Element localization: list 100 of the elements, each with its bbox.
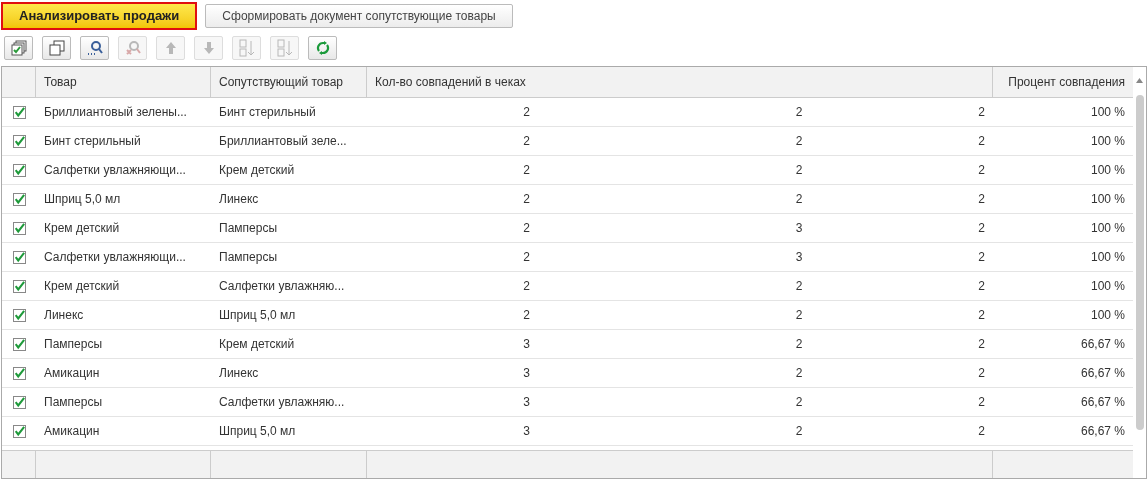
table-cell-text: Крем детский <box>218 336 296 353</box>
table-cell-text: 100 % <box>1089 133 1126 150</box>
checkbox[interactable] <box>12 308 26 322</box>
table-cell-text: Крем детский <box>43 220 121 237</box>
table-cell-text: Амикацин <box>43 365 101 382</box>
table-cell-text: 3 <box>795 249 803 266</box>
table-cell-text: 3 <box>523 336 530 353</box>
table-cell-text: 2 <box>978 365 985 382</box>
table-cell-text: Салфетки увлажняющи... <box>43 162 187 179</box>
table-cell-text: 2 <box>523 249 530 266</box>
search-cancel-icon <box>124 40 141 56</box>
table-cell-text: Бриллиантовый зелены... <box>43 104 188 121</box>
table-cell-text: 2 <box>978 220 985 237</box>
table-cell-text: 2 <box>795 307 803 324</box>
column-header[interactable]: Процент совпадения <box>993 67 1133 97</box>
table-cell-text: Шприц 5,0 мл <box>218 423 297 440</box>
table-cell-text: 2 <box>523 133 530 150</box>
table-cell-text: Салфетки увлажняю... <box>218 278 346 295</box>
table-cell-text: 2 <box>978 133 985 150</box>
table-cell-text: Салфетки увлажняю... <box>218 394 346 411</box>
arrow-up-icon <box>164 41 177 55</box>
checkbox[interactable] <box>12 395 26 409</box>
table-cell-text: Крем детский <box>218 162 296 179</box>
create-document-button[interactable]: Сформировать документ сопутствующие товары <box>205 3 513 28</box>
checkbox[interactable] <box>12 366 26 380</box>
table-cell-text: 2 <box>795 133 803 150</box>
table-cell-text: Памперсы <box>218 249 279 266</box>
table-cell-text: 2 <box>795 191 803 208</box>
table-cell-text: 2 <box>795 423 803 440</box>
table-cell-text: 2 <box>978 249 985 266</box>
table-cell-text: 100 % <box>1089 278 1126 295</box>
table-cell-text: 2 <box>978 423 985 440</box>
checkbox[interactable] <box>12 163 26 177</box>
column-header[interactable]: Кол-во совпадений в чеках <box>367 67 993 97</box>
table-cell-text: 2 <box>523 104 530 121</box>
table-cell-text: 100 % <box>1089 307 1126 324</box>
table-cell-text: 3 <box>523 423 530 440</box>
table-cell-text: 2 <box>978 191 985 208</box>
table-cell-text: 2 <box>795 278 803 295</box>
table-cell-text: 2 <box>978 278 985 295</box>
sort-icon <box>276 39 293 57</box>
table-cell-text: 2 <box>795 365 803 382</box>
table-cell-text: Шприц 5,0 мл <box>218 307 297 324</box>
table-cell-text: Линекс <box>218 191 260 208</box>
table-cell-text: 3 <box>523 365 530 382</box>
table-cell-text: 2 <box>523 278 530 295</box>
table-cell-text: 100 % <box>1089 104 1126 121</box>
checkbox[interactable] <box>12 337 26 351</box>
copy-icon <box>48 40 65 56</box>
table-cell-text: Линекс <box>43 307 85 324</box>
table-cell-text: 2 <box>795 336 803 353</box>
toolbar-button[interactable] <box>42 36 71 60</box>
table-cell-text: 2 <box>795 394 803 411</box>
table-cell-text: Памперсы <box>43 394 104 411</box>
table-cell-text: 2 <box>978 162 985 179</box>
checkbox[interactable] <box>12 105 26 119</box>
table-cell-text: 2 <box>523 191 530 208</box>
scroll-thumb[interactable] <box>1135 95 1144 430</box>
scroll-up-icon[interactable] <box>1136 78 1143 83</box>
checkbox[interactable] <box>12 134 26 148</box>
table-cell-text: 2 <box>795 162 803 179</box>
table-cell-text: Линекс <box>218 365 260 382</box>
search-icon <box>86 40 103 56</box>
toolbar-button[interactable] <box>4 36 33 60</box>
toolbar-button[interactable] <box>308 36 337 60</box>
table-cell-text: Памперсы <box>43 336 104 353</box>
table-cell-text: 2 <box>978 394 985 411</box>
table-cell-text: 2 <box>523 307 530 324</box>
table-cell-text: Амикацин <box>43 423 101 440</box>
table-cell-text: 3 <box>523 394 530 411</box>
table-cell-text: Бинт стерильный <box>43 133 142 150</box>
table-cell-text: Бриллиантовый зеле... <box>218 133 348 150</box>
table-cell-text: Памперсы <box>218 220 279 237</box>
toolbar-button[interactable] <box>80 36 109 60</box>
checkbox[interactable] <box>12 250 26 264</box>
table-cell-text: 2 <box>523 162 530 179</box>
table-cell-text: 66,67 % <box>1079 365 1126 382</box>
checkbox[interactable] <box>12 424 26 438</box>
column-header[interactable]: Товар <box>36 67 211 97</box>
table-cell-text: 2 <box>523 220 530 237</box>
table-cell-text: Крем детский <box>43 278 121 295</box>
table-cell-text: Шприц 5,0 мл <box>43 191 122 208</box>
table-cell-text: Салфетки увлажняющи... <box>43 249 187 266</box>
table-cell-text: 100 % <box>1089 162 1126 179</box>
table-cell-text: 66,67 % <box>1079 423 1126 440</box>
table-cell-text: 2 <box>978 307 985 324</box>
refresh-icon <box>315 41 330 55</box>
checkbox[interactable] <box>12 221 26 235</box>
checkbox[interactable] <box>12 192 26 206</box>
arrow-down-icon <box>202 41 215 55</box>
table-cell-text: 3 <box>795 220 803 237</box>
table-cell-text: 100 % <box>1089 249 1126 266</box>
table-cell-text: 66,67 % <box>1079 394 1126 411</box>
table-cell-text: 66,67 % <box>1079 336 1126 353</box>
table-cell-text: 100 % <box>1089 220 1126 237</box>
table-cell-text: 100 % <box>1089 191 1126 208</box>
analyze-button[interactable]: Анализировать продажи <box>1 1 198 30</box>
checkbox[interactable] <box>12 279 26 293</box>
checklist-icon <box>10 40 27 56</box>
column-header[interactable]: Сопутствующий товар <box>211 67 367 97</box>
